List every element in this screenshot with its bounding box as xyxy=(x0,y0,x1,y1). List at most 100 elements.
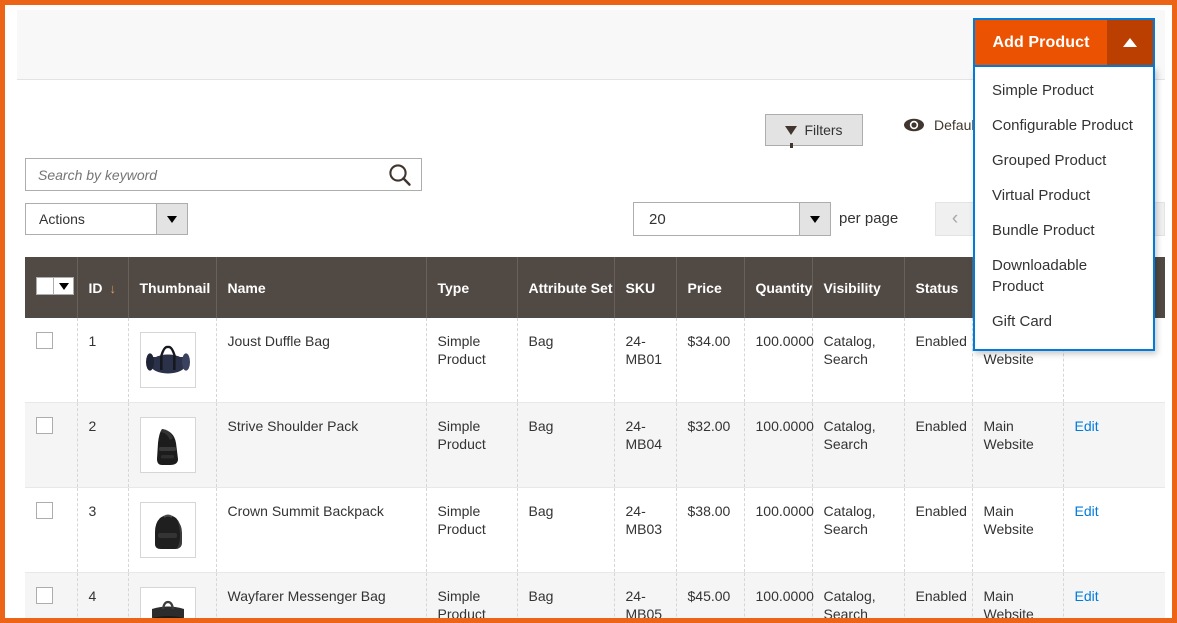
table-row: 2 Strive Shoulder Pack Simple Product Ba… xyxy=(25,402,1165,488)
admin-product-grid-page: Filters Default V Search by keyword Acti… xyxy=(5,5,1172,618)
column-header-attribute-set[interactable]: Attribute Set xyxy=(517,257,615,318)
caret-down-icon xyxy=(810,215,820,223)
menu-item-configurable-product[interactable]: Configurable Product xyxy=(975,108,1153,143)
duffle-bag-navy-icon xyxy=(139,332,196,388)
table-row: 3 Crown Summit Backpack Simple Product B… xyxy=(25,487,1165,573)
cell-quantity: 100.0000 xyxy=(744,487,814,573)
cell-price: $34.00 xyxy=(676,318,745,403)
search-icon[interactable] xyxy=(387,163,413,187)
select-all-dropdown-icon[interactable] xyxy=(54,277,74,295)
funnel-icon xyxy=(785,125,798,148)
cell-type: Simple Product xyxy=(426,487,518,573)
edit-link[interactable]: Edit xyxy=(1075,588,1099,604)
cell-name: Crown Summit Backpack xyxy=(216,487,427,573)
row-checkbox[interactable] xyxy=(36,417,53,434)
actions-select-toggle[interactable] xyxy=(156,204,187,234)
cell-visibility: Catalog, Search xyxy=(812,402,905,488)
cell-attribute-set: Bag xyxy=(517,572,615,618)
cell-type: Simple Product xyxy=(426,318,518,403)
column-header-sku[interactable]: SKU xyxy=(614,257,677,318)
column-header-select-all[interactable] xyxy=(25,257,78,318)
add-product-button[interactable]: Add Product xyxy=(975,20,1107,65)
cell-id: 1 xyxy=(77,318,129,403)
row-select-cell[interactable] xyxy=(25,402,78,488)
cell-name: Joust Duffle Bag xyxy=(216,318,427,403)
actions-select[interactable]: Actions xyxy=(25,203,188,235)
menu-item-gift-card[interactable]: Gift Card xyxy=(975,304,1153,339)
sort-descending-icon: ↓ xyxy=(109,280,117,296)
cell-status: Enabled xyxy=(904,572,973,618)
column-header-quantity[interactable]: Quantity xyxy=(744,257,813,318)
menu-item-grouped-product[interactable]: Grouped Product xyxy=(975,143,1153,178)
cell-visibility: Catalog, Search xyxy=(812,487,905,573)
per-page-select-toggle[interactable] xyxy=(799,203,830,235)
cell-quantity: 100.0000 xyxy=(744,402,814,488)
actions-select-label: Actions xyxy=(39,211,85,227)
cell-attribute-set: Bag xyxy=(517,402,615,488)
cell-websites: Main Website xyxy=(972,572,1064,618)
cell-sku: 24-MB04 xyxy=(614,402,677,488)
cell-attribute-set: Bag xyxy=(517,318,615,403)
caret-down-icon xyxy=(167,215,177,223)
filters-button[interactable]: Filters xyxy=(765,114,863,148)
edit-link[interactable]: Edit xyxy=(1075,503,1099,519)
cell-name: Strive Shoulder Pack xyxy=(216,402,427,488)
cell-thumbnail xyxy=(128,487,217,573)
search-input[interactable] xyxy=(38,159,368,190)
per-page-label: per page xyxy=(839,210,899,227)
column-header-thumbnail[interactable]: Thumbnail xyxy=(128,257,217,318)
cell-price: $38.00 xyxy=(676,487,745,573)
messenger-bag-black-icon xyxy=(139,587,196,618)
per-page-select[interactable]: 20 xyxy=(633,202,831,236)
pagination-previous-button[interactable]: ‹ xyxy=(935,202,975,236)
cell-visibility: Catalog, Search xyxy=(812,318,905,403)
cell-sku: 24-MB01 xyxy=(614,318,677,403)
column-header-id[interactable]: ID ↓ xyxy=(77,257,129,318)
cell-action: Edit xyxy=(1063,403,1165,488)
row-select-cell[interactable] xyxy=(25,318,78,403)
per-page-value: 20 xyxy=(649,210,666,228)
cell-id: 4 xyxy=(77,572,129,618)
cell-action: Edit xyxy=(1063,573,1165,619)
cell-websites: Main Website xyxy=(972,402,1064,488)
edit-link[interactable]: Edit xyxy=(1075,418,1099,434)
row-checkbox[interactable] xyxy=(36,502,53,519)
cell-type: Simple Product xyxy=(426,402,518,488)
column-header-visibility[interactable]: Visibility xyxy=(812,257,905,318)
shoulder-pack-black-icon xyxy=(139,417,196,473)
cell-websites: Main Website xyxy=(972,487,1064,573)
column-header-type[interactable]: Type xyxy=(426,257,518,318)
cell-action: Edit xyxy=(1063,488,1165,573)
cell-price: $45.00 xyxy=(676,572,745,618)
cell-type: Simple Product xyxy=(426,572,518,618)
row-select-cell[interactable] xyxy=(25,572,78,618)
add-product-split-button[interactable]: Add Product xyxy=(973,18,1155,67)
browser-frame: Filters Default V Search by keyword Acti… xyxy=(0,0,1177,623)
backpack-black-icon xyxy=(139,502,196,558)
cell-id: 3 xyxy=(77,487,129,573)
select-all-checkbox[interactable] xyxy=(36,277,54,295)
cell-status: Enabled xyxy=(904,402,973,488)
eye-icon xyxy=(903,118,925,132)
cell-quantity: 100.0000 xyxy=(744,318,814,403)
cell-id: 2 xyxy=(77,402,129,488)
cell-thumbnail xyxy=(128,572,217,618)
row-checkbox[interactable] xyxy=(36,587,53,604)
menu-item-bundle-product[interactable]: Bundle Product xyxy=(975,213,1153,248)
search-box[interactable] xyxy=(25,158,422,191)
row-select-cell[interactable] xyxy=(25,487,78,573)
column-header-price[interactable]: Price xyxy=(676,257,745,318)
cell-thumbnail xyxy=(128,402,217,488)
cell-thumbnail xyxy=(128,318,217,403)
add-product-dropdown-toggle[interactable] xyxy=(1107,20,1153,65)
row-checkbox[interactable] xyxy=(36,332,53,349)
add-product-menu: Simple Product Configurable Product Grou… xyxy=(973,67,1155,351)
caret-up-icon xyxy=(1123,38,1137,47)
cell-quantity: 100.0000 xyxy=(744,572,814,618)
menu-item-virtual-product[interactable]: Virtual Product xyxy=(975,178,1153,213)
column-header-status[interactable]: Status xyxy=(904,257,973,318)
menu-item-downloadable-product[interactable]: Downloadable Product xyxy=(975,248,1153,304)
menu-item-simple-product[interactable]: Simple Product xyxy=(975,73,1153,108)
cell-attribute-set: Bag xyxy=(517,487,615,573)
column-header-name[interactable]: Name xyxy=(216,257,427,318)
